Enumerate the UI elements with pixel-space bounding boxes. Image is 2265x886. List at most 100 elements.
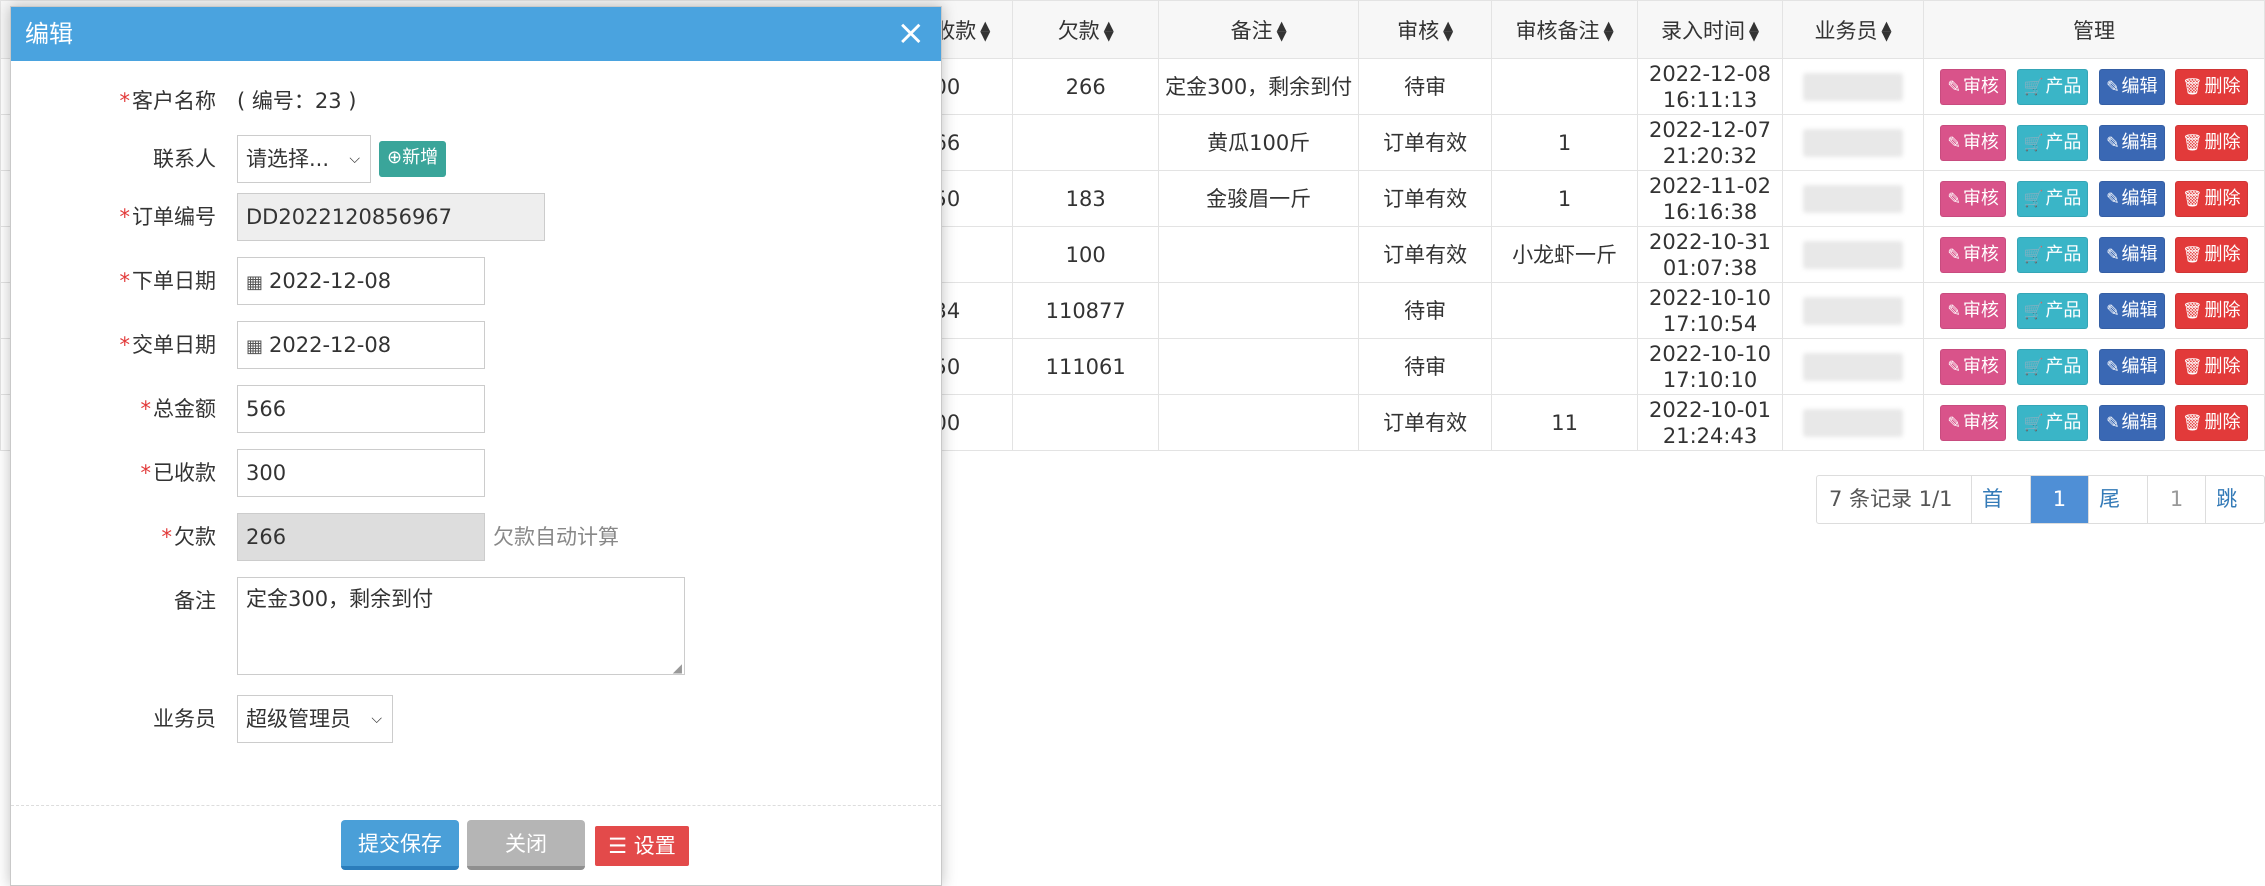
- cell-manage: ✎ 审核 🛒 产品 ✎ 编辑 🗑 删除: [1922, 338, 2265, 395]
- sort-icon: ▲ ▼: [1103, 18, 1114, 44]
- dialog-header[interactable]: 编辑 ×: [11, 7, 941, 61]
- delete-button[interactable]: 🗑 删除: [2175, 348, 2248, 385]
- edit-button[interactable]: ✎ 编辑: [2099, 68, 2165, 105]
- cell-salesperson: [1782, 282, 1924, 339]
- settings-button[interactable]: ☰ 设置: [595, 826, 689, 866]
- dialog-title: 编辑: [25, 20, 73, 48]
- record-count: 7 条记录 1/1页: [1817, 476, 1972, 523]
- first-page-link[interactable]: 首页: [1972, 476, 2031, 523]
- cell-arrears: 183: [1012, 170, 1160, 227]
- close-button[interactable]: 关闭: [467, 820, 585, 870]
- edit-button[interactable]: ✎ 编辑: [2099, 124, 2165, 161]
- cell-remark: [1158, 282, 1360, 339]
- cell-time: 2022-10-10 17:10:10: [1637, 338, 1784, 395]
- order-no-input[interactable]: DD2022120856967: [237, 193, 545, 241]
- delete-button[interactable]: 🗑 删除: [2175, 180, 2248, 217]
- cell-salesperson: [1782, 338, 1924, 395]
- audit-button[interactable]: ✎ 审核: [1940, 348, 2006, 385]
- trash-icon: 🗑: [2182, 188, 2203, 208]
- sort-icon: ▲ ▼: [1749, 18, 1760, 44]
- delete-button[interactable]: 🗑 删除: [2175, 292, 2248, 329]
- label-contact: 联系人: [153, 147, 216, 171]
- delete-button[interactable]: 🗑 删除: [2175, 124, 2248, 161]
- current-page[interactable]: 1: [2030, 476, 2090, 523]
- chevron-down-icon: ⌵: [349, 151, 360, 167]
- sort-icon: ▲ ▼: [1881, 18, 1892, 44]
- cell-salesperson: [1782, 226, 1924, 283]
- edit-button[interactable]: ✎ 编辑: [2099, 292, 2165, 329]
- label-remark: 备注: [174, 589, 216, 613]
- cell-salesperson: [1782, 58, 1924, 115]
- label-order-no: *订单编号: [119, 205, 217, 229]
- contact-select[interactable]: 请选择... ⌵: [237, 135, 371, 183]
- cell-manage: ✎ 审核 🛒 产品 ✎ 编辑 🗑 删除: [1922, 226, 2265, 283]
- product-button[interactable]: 🛒 产品: [2016, 292, 2089, 329]
- audit-button[interactable]: ✎ 审核: [1940, 180, 2006, 217]
- arrears-input[interactable]: 266: [237, 513, 485, 561]
- product-button[interactable]: 🛒 产品: [2016, 180, 2089, 217]
- received-amount-input[interactable]: 300: [237, 449, 485, 497]
- cell-time: 2022-10-10 17:10:54: [1637, 282, 1784, 339]
- cell-audit-remark: [1491, 58, 1639, 115]
- cell-remark: 定金300，剩余到付: [1158, 58, 1360, 115]
- trash-icon: 🗑: [2182, 412, 2203, 432]
- cell-audit: 订单有效: [1358, 170, 1493, 227]
- cell-audit: 订单有效: [1358, 394, 1493, 451]
- audit-button[interactable]: ✎ 审核: [1940, 236, 2006, 273]
- edit-button[interactable]: ✎ 编辑: [2099, 236, 2165, 273]
- product-button[interactable]: 🛒 产品: [2016, 404, 2089, 441]
- add-contact-button[interactable]: ⊕新增: [379, 141, 447, 177]
- jump-button[interactable]: 跳转: [2206, 476, 2264, 523]
- sort-icon: ▲ ▼: [980, 18, 991, 44]
- last-page-link[interactable]: 尾页: [2089, 476, 2148, 523]
- salesperson-select[interactable]: 超级管理员 ⌵: [237, 695, 393, 743]
- cell-remark: 金骏眉一斤: [1158, 170, 1360, 227]
- cell-manage: ✎ 审核 🛒 产品 ✎ 编辑 🗑 删除: [1922, 282, 2265, 339]
- blurred-name: [1802, 184, 1903, 213]
- col-header-audit-remark[interactable]: 审核备注 ▲ ▼: [1491, 0, 1639, 59]
- close-icon[interactable]: ×: [897, 13, 926, 53]
- row-order-date: *下单日期 ▦ 2022-12-08: [11, 257, 941, 305]
- row-delivery-date: *交单日期 ▦ 2022-12-08: [11, 321, 941, 369]
- product-button[interactable]: 🛒 产品: [2016, 68, 2089, 105]
- label-delivery-date: *交单日期: [119, 333, 217, 357]
- audit-button[interactable]: ✎ 审核: [1940, 68, 2006, 105]
- delivery-date-input[interactable]: ▦ 2022-12-08: [237, 321, 485, 369]
- product-button[interactable]: 🛒 产品: [2016, 348, 2089, 385]
- audit-button[interactable]: ✎ 审核: [1940, 124, 2006, 161]
- audit-button[interactable]: ✎ 审核: [1940, 292, 2006, 329]
- cart-icon: 🛒: [2023, 244, 2044, 264]
- cell-salesperson: [1782, 394, 1924, 451]
- arrears-hint: 欠款自动计算: [493, 525, 619, 549]
- total-amount-input[interactable]: 566: [237, 385, 485, 433]
- product-button[interactable]: 🛒 产品: [2016, 124, 2089, 161]
- col-header-salesperson[interactable]: 业务员 ▲ ▼: [1782, 0, 1924, 59]
- resize-handle-icon[interactable]: ◢: [673, 662, 682, 674]
- order-date-input[interactable]: ▦ 2022-12-08: [237, 257, 485, 305]
- edit-button[interactable]: ✎ 编辑: [2099, 404, 2165, 441]
- submit-save-button[interactable]: 提交保存: [341, 820, 459, 870]
- delete-button[interactable]: 🗑 删除: [2175, 68, 2248, 105]
- page-number-input[interactable]: 1: [2148, 476, 2207, 523]
- delete-button[interactable]: 🗑 删除: [2175, 404, 2248, 441]
- label-order-date: *下单日期: [119, 269, 217, 293]
- row-contact: 联系人 请选择... ⌵ ⊕新增: [11, 135, 941, 183]
- delete-button[interactable]: 🗑 删除: [2175, 236, 2248, 273]
- edit-square-icon: ✎: [2106, 244, 2120, 264]
- cell-audit-remark: [1491, 282, 1639, 339]
- audit-button[interactable]: ✎ 审核: [1940, 404, 2006, 441]
- remark-textarea[interactable]: 定金300，剩余到付 ◢: [237, 577, 685, 675]
- cell-manage: ✎ 审核 🛒 产品 ✎ 编辑 🗑 删除: [1922, 58, 2265, 115]
- row-arrears: *欠款 266 欠款自动计算: [11, 513, 941, 561]
- col-header-remark[interactable]: 备注 ▲ ▼: [1158, 0, 1360, 59]
- edit-button[interactable]: ✎ 编辑: [2099, 180, 2165, 217]
- label-arrears: *欠款: [161, 525, 217, 549]
- cell-salesperson: [1782, 114, 1924, 171]
- col-header-audit[interactable]: 审核 ▲ ▼: [1358, 0, 1493, 59]
- col-header-arrears[interactable]: 欠款 ▲ ▼: [1012, 0, 1160, 59]
- col-header-time[interactable]: 录入时间 ▲ ▼: [1637, 0, 1784, 59]
- cell-arrears: 111061: [1012, 338, 1160, 395]
- edit-square-icon: ✎: [1947, 244, 1961, 264]
- product-button[interactable]: 🛒 产品: [2016, 236, 2089, 273]
- edit-button[interactable]: ✎ 编辑: [2099, 348, 2165, 385]
